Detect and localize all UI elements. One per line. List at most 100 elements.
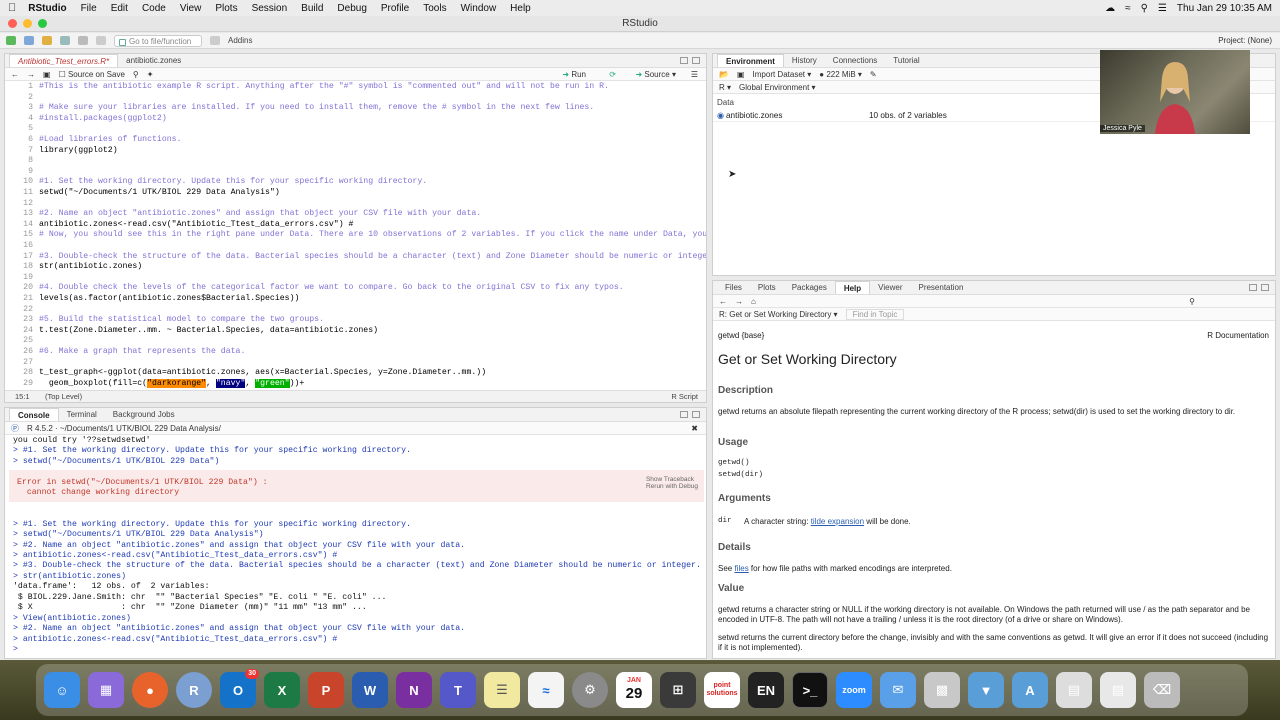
code-line[interactable]: #2. Name an object "antibiotic.zones" an… [39,209,481,220]
tab-antibiotic-script[interactable]: Antibiotic_Ttest_errors.R* [9,54,119,67]
code-line[interactable]: #5. Build the statistical model to compa… [39,315,324,326]
menu-session[interactable]: Session [252,3,288,14]
console-path[interactable]: R 4.5.2 · ~/Documents/1 UTK/BIOL 229 Dat… [27,424,221,433]
code-line[interactable]: str(antibiotic.zones) [39,262,142,273]
save-workspace-icon[interactable]: ▣ [737,70,745,79]
code-line[interactable]: # Now, you should see this in the right … [39,230,706,241]
search-icon[interactable]: ⚲ [1141,3,1148,14]
source-on-save-checkbox[interactable]: ☐ Source on Save [59,70,125,79]
tab-tutorial[interactable]: Tutorial [885,54,927,67]
settings-icon[interactable]: ⚙ [572,672,608,708]
keyboard-viewer-icon[interactable]: EN [748,672,784,708]
menu-file[interactable]: File [81,3,97,14]
apple-icon[interactable]:  [8,2,16,14]
outline-icon[interactable]: ☰ [691,70,698,79]
go-to-file-input[interactable]: Go to file/function [114,34,202,47]
tab-connections[interactable]: Connections [825,54,885,67]
tab-console[interactable]: Console [9,408,59,421]
help-forward-icon[interactable]: → [735,297,743,306]
help-topic-select[interactable]: R: Get or Set Working Directory ▾ [719,310,838,319]
tab-presentation[interactable]: Presentation [910,281,971,294]
tab-plots[interactable]: Plots [750,281,784,294]
menu-window[interactable]: Window [461,3,497,14]
tab-packages[interactable]: Packages [784,281,835,294]
applications-folder-icon[interactable]: A [1012,672,1048,708]
excel-icon[interactable]: X [264,672,300,708]
maximize-pane-icon[interactable] [1261,284,1269,291]
new-file-icon[interactable] [6,36,16,45]
broom-icon[interactable]: ✎ [870,70,877,79]
file-type[interactable]: R Script [671,391,698,402]
find-in-topic-input[interactable]: Find in Topic [845,308,905,320]
finder-icon[interactable]: ☺ [44,672,80,708]
onenote-icon[interactable]: N [396,672,432,708]
tab-terminal[interactable]: Terminal [59,408,105,421]
rerun-debug-link[interactable]: Rerun with Debug [646,483,698,490]
notes-icon[interactable]: ☰ [484,672,520,708]
zoom-window-button[interactable] [38,19,47,28]
menu-profile[interactable]: Profile [381,3,409,14]
code-line[interactable]: # Make sure your libraries are installed… [39,103,594,114]
tab-environment[interactable]: Environment [717,54,784,67]
menu-tools[interactable]: Tools [423,3,446,14]
open-file-icon[interactable] [42,36,52,45]
firefox-icon[interactable]: ● [132,672,168,708]
new-project-icon[interactable] [24,36,34,45]
code-line[interactable]: t_test_graph<-ggplot(data=antibiotic.zon… [39,368,486,379]
tab-viewer[interactable]: Viewer [870,281,910,294]
menu-plots[interactable]: Plots [215,3,237,14]
launchpad-icon[interactable]: ▦ [88,672,124,708]
addins-menu[interactable]: Addins [228,36,252,45]
cloud-icon[interactable]: ☁ [1105,3,1115,14]
point-solutions-icon[interactable]: point solutions [704,672,740,708]
memory-usage[interactable]: ● 222 MiB ▾ [819,70,862,79]
downloads-folder-icon[interactable]: ▼ [968,672,1004,708]
minimize-pane-icon[interactable] [1249,284,1257,291]
project-menu[interactable]: Project: (None) [1218,36,1272,45]
maximize-pane-icon[interactable] [692,57,700,64]
word-icon[interactable]: W [352,672,388,708]
tab-help[interactable]: Help [834,281,871,294]
calendar-icon[interactable]: JAN 29 [616,672,652,708]
code-line[interactable]: levels(as.factor(antibiotic.zones$Bacter… [39,294,299,305]
back-arrow-icon[interactable]: ← [11,70,19,79]
close-window-button[interactable] [8,19,17,28]
code-line[interactable]: antibiotic.zones<-read.csv("Antibiotic_T… [39,220,353,231]
menu-view[interactable]: View [180,3,202,14]
run-button[interactable]: ➜ Run [562,70,586,79]
code-line[interactable]: #Load libraries of functions. [39,135,182,146]
menu-edit[interactable]: Edit [111,3,128,14]
teams-icon[interactable]: T [440,672,476,708]
expand-icon[interactable]: ◉ [717,110,724,122]
document-stack-icon[interactable]: ▤ [1100,672,1136,708]
code-line[interactable]: #3. Double-check the structure of the da… [39,252,706,263]
calculator-icon[interactable]: ⊞ [660,672,696,708]
wand-icon[interactable]: ✦ [147,70,154,79]
screenshot-stack-icon[interactable]: ▤ [1056,672,1092,708]
code-line[interactable]: #1. Set the working directory. Update th… [39,177,427,188]
terminal-icon[interactable]: >_ [792,672,828,708]
forward-arrow-icon[interactable]: → [27,70,35,79]
code-line[interactable]: #4. Double check the levels of the categ… [39,283,624,294]
minimize-window-button[interactable] [23,19,32,28]
menu-help[interactable]: Help [510,3,531,14]
freeform-icon[interactable]: ≈ [528,672,564,708]
import-dataset-button[interactable]: Import Dataset ▾ [753,70,812,79]
load-workspace-icon[interactable]: 📂 [719,70,729,79]
outlook-icon[interactable]: O 30 [220,669,259,708]
powerpoint-icon[interactable]: P [308,672,344,708]
preview-icon[interactable]: ▩ [924,672,960,708]
tab-files[interactable]: Files [717,281,750,294]
home-icon[interactable]: ⌂ [751,297,756,306]
scope-indicator[interactable]: (Top Level) [45,391,82,402]
control-center-icon[interactable]: ☰ [1158,3,1167,14]
rerun-icon[interactable]: ⟳ [609,70,616,79]
code-area[interactable]: 1 #This is the antibiotic example R scrip… [5,82,706,388]
search-icon[interactable]: ⚲ [1189,297,1195,306]
tab-history[interactable]: History [784,54,825,67]
mail-icon[interactable]: ✉ [880,672,916,708]
menu-build[interactable]: Build [301,3,323,14]
menu-app-name[interactable]: RStudio [28,3,66,14]
wifi-icon[interactable]: ≈ [1125,3,1131,14]
maximize-pane-icon[interactable] [692,411,700,418]
